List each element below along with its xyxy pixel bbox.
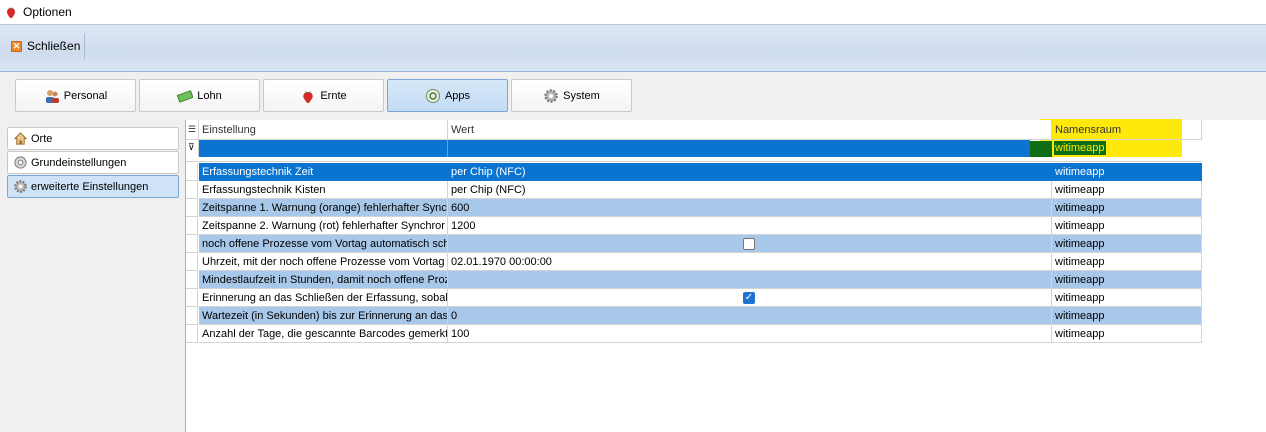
row-header[interactable] (186, 325, 198, 343)
tab-personal-label: Personal (63, 89, 108, 102)
column-header-wert[interactable]: Wert (448, 120, 1052, 140)
close-button[interactable]: ✕ Schließen (7, 33, 86, 59)
sidebar-item-grundeinstellungen[interactable]: Grundeinstellungen (7, 151, 179, 174)
filter-cell-namensraum[interactable]: witimeapp (1052, 140, 1202, 157)
cell-namensraum[interactable]: witimeapp (1052, 289, 1202, 307)
cell-wert[interactable]: 100 (448, 325, 1052, 343)
cell-namensraum[interactable]: witimeapp (1052, 217, 1202, 235)
cell-einstellung[interactable]: Wartezeit (in Sekunden) bis zur Erinneru… (199, 307, 448, 325)
side-navigation: Orte Grundeinstellungen erweiterte Einst… (0, 120, 185, 432)
settings-list-icon (14, 156, 27, 169)
tab-lohn-label: Lohn (197, 89, 222, 102)
tab-apps-label: Apps (444, 89, 471, 102)
funnel-icon: ⊽ (188, 142, 195, 152)
filter-icon[interactable]: ⊽ (186, 140, 199, 157)
column-chooser[interactable]: ☰ (186, 120, 199, 140)
cell-wert[interactable] (448, 235, 1052, 253)
cell-wert[interactable]: ✓ (448, 289, 1052, 307)
tab-system-label: System (563, 89, 600, 102)
app-icon (425, 88, 440, 103)
house-icon (13, 132, 28, 145)
filter-row: ⊽ witimeapp (186, 140, 1202, 157)
cell-wert[interactable]: 0 (448, 307, 1052, 325)
filter-cell-einstellung[interactable] (199, 140, 448, 157)
checkbox-unchecked[interactable] (743, 238, 755, 250)
cell-einstellung[interactable]: Erfassungstechnik Zeit (199, 163, 448, 181)
cell-einstellung[interactable]: Anzahl der Tage, die gescannte Barcodes … (199, 325, 448, 343)
tab-ernte-label: Ernte (320, 89, 347, 102)
strawberry-icon (7, 7, 15, 18)
tab-ernte[interactable]: Ernte (263, 79, 384, 112)
cell-einstellung[interactable]: Erinnerung an das Schließen der Erfassun… (199, 289, 448, 307)
cell-einstellung[interactable]: Zeitspanne 1. Warnung (orange) fehlerhaf… (199, 199, 448, 217)
toolbar: ✕ Schließen (0, 24, 1266, 72)
cell-wert[interactable]: 02.01.1970 00:00:00 (448, 253, 1052, 271)
filter-separator (186, 157, 1202, 162)
tab-system[interactable]: System (511, 79, 632, 112)
column-header-label: Einstellung (202, 124, 256, 136)
cell-namensraum[interactable]: witimeapp (1052, 271, 1202, 289)
sidebar-item-label: erweiterte Einstellungen (31, 180, 149, 193)
tab-apps[interactable]: Apps (387, 79, 508, 112)
column-header-einstellung[interactable]: Einstellung (199, 120, 448, 140)
gear-icon (544, 88, 558, 103)
window-title: Optionen (23, 5, 72, 19)
sidebar-item-label: Orte (31, 132, 53, 145)
title-bar: Optionen (0, 0, 1266, 24)
cell-wert[interactable]: 1200 (448, 217, 1052, 235)
tab-personal[interactable]: Personal (15, 79, 136, 112)
cell-namensraum[interactable]: witimeapp (1052, 307, 1202, 325)
row-header[interactable] (186, 163, 198, 181)
column-header-label: Namensraum (1055, 124, 1122, 136)
row-header[interactable] (186, 271, 198, 289)
cell-wert[interactable] (448, 271, 1052, 289)
filter-highlight-dark (1030, 141, 1052, 157)
column-header-label: Wert (451, 124, 475, 136)
row-header[interactable] (186, 307, 198, 325)
cell-namensraum[interactable]: witimeapp (1052, 163, 1202, 181)
column-chooser-icon: ☰ (188, 124, 197, 134)
cell-namensraum[interactable]: witimeapp (1052, 181, 1202, 199)
cell-wert[interactable]: per Chip (NFC) (448, 181, 1052, 199)
settings-grid-area: ☰ Einstellung Wert Namensraum ⊽ witimeap… (185, 119, 1266, 432)
row-header[interactable] (186, 217, 198, 235)
filter-value: witimeapp (1054, 141, 1106, 155)
filter-cell-wert[interactable] (448, 140, 1030, 157)
row-header[interactable] (186, 181, 198, 199)
cell-einstellung[interactable]: Erfassungstechnik Kisten (199, 181, 448, 199)
tab-lohn[interactable]: Lohn (139, 79, 260, 112)
cell-einstellung[interactable]: Mindestlaufzeit in Stunden, damit noch o… (199, 271, 448, 289)
checkbox-checked[interactable]: ✓ (743, 292, 755, 304)
close-button-label: Schließen (27, 39, 81, 53)
sidebar-item-orte[interactable]: Orte (7, 127, 179, 150)
cell-namensraum[interactable]: witimeapp (1052, 253, 1202, 271)
row-header[interactable] (186, 235, 198, 253)
cell-einstellung[interactable]: noch offene Prozesse vom Vortag automati… (199, 235, 448, 253)
row-header[interactable] (186, 289, 198, 307)
column-header-namensraum[interactable]: Namensraum (1052, 120, 1202, 140)
cell-wert[interactable]: 600 (448, 199, 1052, 217)
sidebar-item-erweiterte-einstellungen[interactable]: erweiterte Einstellungen (7, 175, 179, 198)
close-icon: ✕ (11, 40, 22, 52)
people-icon (45, 89, 59, 103)
gear-icon (14, 180, 27, 193)
sidebar-item-label: Grundeinstellungen (31, 156, 127, 169)
money-icon (177, 89, 194, 103)
strawberry-icon (303, 90, 314, 103)
cell-namensraum[interactable]: witimeapp (1052, 325, 1202, 343)
cell-einstellung[interactable]: Uhrzeit, mit der noch offene Prozesse vo… (199, 253, 448, 271)
cell-wert[interactable]: per Chip (NFC) (448, 163, 1052, 181)
cell-namensraum[interactable]: witimeapp (1052, 235, 1202, 253)
row-header[interactable] (186, 253, 198, 271)
cell-namensraum[interactable]: witimeapp (1052, 199, 1202, 217)
cell-einstellung[interactable]: Zeitspanne 2. Warnung (rot) fehlerhafter… (199, 217, 448, 235)
row-header[interactable] (186, 199, 198, 217)
